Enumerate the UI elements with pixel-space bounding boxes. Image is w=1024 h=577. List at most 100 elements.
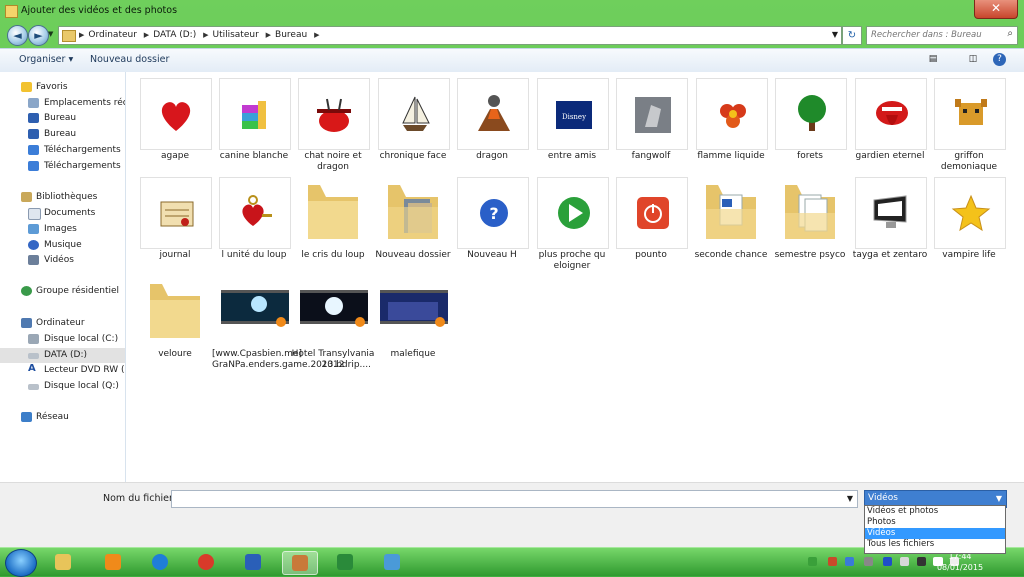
crumb-bureau[interactable]: Bureau [275,30,307,40]
sidebar-item-label: Téléchargements [44,145,121,155]
filename-input[interactable]: ▼ [171,490,858,508]
videos-icon [28,255,39,265]
navigation-bar: ◄ ► ▼ ▶ Ordinateur ▶ DATA (D:) ▶ Utilisateu… [0,22,1024,48]
help-question-icon: ? [457,177,529,249]
view-options-icon[interactable]: ▤ [926,53,940,66]
sidebar-item-drive-c[interactable]: Disque local (C:) [0,332,125,347]
option-videos-photos[interactable]: Vidéos et photos [865,506,1005,517]
forward-button[interactable]: ► [28,25,49,46]
internet-explorer-icon[interactable] [143,551,177,573]
file-name: seconde chance [694,250,768,260]
chevron-down-icon[interactable]: ▼ [847,494,853,503]
recent-pages-dropdown[interactable]: ▼ [48,30,53,38]
navigation-pane: Favoris Emplacements récents Bureau Bure… [0,72,126,482]
help-icon[interactable]: ? [993,53,1006,66]
search-icon[interactable]: ⌕ [1007,28,1013,39]
sidebar-item-bureau[interactable]: Bureau [0,111,125,126]
address-dropdown-icon[interactable]: ▼ [832,30,838,39]
crumb-data-d[interactable]: DATA (D:) [153,30,196,40]
search-box[interactable]: ⌕ [866,26,1018,45]
option-all-files[interactable]: Tous les fichiers [865,539,1005,550]
tray-app-icon[interactable] [900,557,909,566]
file-name: vampire life [942,250,996,260]
sidebar-item-libraries[interactable]: Bibliothèques [0,190,125,205]
close-button[interactable]: ✕ [974,0,1018,19]
file-name: le cris du loup [301,250,365,260]
new-folder-button[interactable]: Nouveau dossier [90,54,169,65]
svg-text:?: ? [489,204,498,223]
sailing-ship-icon [378,78,450,150]
dvd-drive-icon: A [28,363,36,374]
file-name: fangwolf [631,151,671,161]
word-icon[interactable] [236,551,270,573]
tray-app-icon[interactable] [808,557,817,566]
tray-app-icon[interactable] [917,557,926,566]
star-icon [934,177,1006,249]
folder-with-documents-icon [696,177,766,247]
address-bar[interactable]: ▶ Ordinateur ▶ DATA (D:) ▶ Utilisateur ▶ Bur… [58,26,842,45]
sidebar-item-network[interactable]: Réseau [0,410,125,425]
start-button[interactable] [5,549,37,577]
file-name: dragon [476,151,508,161]
sidebar-item-label: Lecteur DVD RW (E:) [44,365,125,375]
preview-pane-icon[interactable]: ◫ [966,53,980,66]
file-name: gardien eternel [855,151,925,161]
sidebar-item-downloads[interactable]: Téléchargements [0,143,125,158]
file-name: semestre psyco [774,250,846,260]
sidebar-item-computer[interactable]: Ordinateur [0,316,125,331]
pictures-icon [28,224,39,234]
option-photos[interactable]: Photos [865,517,1005,528]
file-name: agape [161,151,189,161]
file-name: Nouveau dossier [375,250,451,260]
play-button-icon [537,177,609,249]
organize-button[interactable]: Organiser ▾ [19,54,73,65]
excel-icon[interactable] [328,551,362,573]
sidebar-item-images[interactable]: Images [0,222,125,237]
sidebar-item-homegroup[interactable]: Groupe résidentiel [0,284,125,299]
walt-disney-logo-icon: Disney [537,78,609,150]
folder-icon [140,276,210,346]
tray-app-icon[interactable] [864,557,873,566]
crumb-utilisateur[interactable]: Utilisateur [212,30,258,40]
chrome-icon[interactable] [189,551,223,573]
search-input[interactable] [871,29,996,41]
sidebar-item-music[interactable]: Musique [0,238,125,253]
bluetooth-icon[interactable] [883,557,892,566]
chevron-down-icon[interactable]: ▼ [996,494,1002,503]
media-player-icon[interactable] [96,551,130,573]
drive-q-icon [28,384,39,390]
title-bar[interactable]: Ajouter des vidéos et des photos ✕ [0,0,1024,22]
file-explorer-icon[interactable] [46,551,80,573]
sidebar-item-drive-q[interactable]: Disque local (Q:) [0,379,125,394]
sidebar-item-downloads-2[interactable]: Téléchargements [0,159,125,174]
back-button[interactable]: ◄ [7,25,28,46]
crumb-ordinateur[interactable]: Ordinateur [88,30,137,40]
documents-icon [28,208,41,220]
sidebar-item-recent[interactable]: Emplacements récents [0,96,125,111]
video-thumbnail-icon [219,276,289,346]
sidebar-item-documents[interactable]: Documents [0,206,125,221]
video-thumbnail-icon [298,276,368,346]
sidebar-item-favoris[interactable]: Favoris [0,80,125,95]
refresh-button[interactable]: ↻ [842,26,862,45]
sidebar-item-drive-d[interactable]: DATA (D:) [0,348,125,363]
sidebar-item-videos[interactable]: Vidéos [0,253,125,268]
recent-places-icon [28,98,39,108]
window-app-icon[interactable] [375,551,409,573]
sidebar-item-label: DATA (D:) [44,350,88,360]
red-cauldron-icon [298,78,370,150]
folder-icon [62,30,76,42]
sidebar-item-label: Vidéos [44,255,74,265]
file-type-value: Vidéos [868,493,898,503]
clock[interactable]: 17:44 08/01/2015 [930,551,990,573]
photo-app-icon[interactable] [282,551,318,575]
sidebar-item-label: Bureau [44,113,77,123]
file-name: malefique [390,349,436,359]
tree-icon [775,78,847,150]
option-videos[interactable]: Vidéos [865,528,1005,539]
tray-app-icon[interactable] [828,557,837,566]
power-button-icon [616,177,688,249]
tray-app-icon[interactable] [845,557,854,566]
sidebar-item-bureau-2[interactable]: Bureau [0,127,125,142]
sidebar-item-dvd[interactable]: A Lecteur DVD RW (E:) [0,363,125,378]
